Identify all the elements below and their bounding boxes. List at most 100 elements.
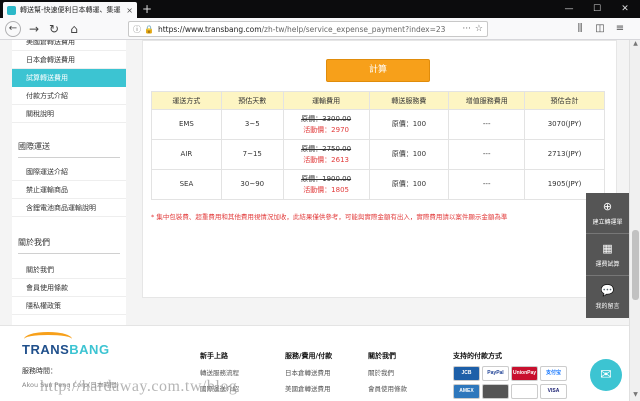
estimated-days: 7~15 xyxy=(220,139,284,170)
fee-disclaimer: * 集中包裝費、超重費用和其他費用視情況加收，此結果僅供參考，可能與實際金額有出… xyxy=(151,213,508,221)
fee-estimate-label: 運費試算 xyxy=(595,261,620,268)
window-minimize-button[interactable]: — xyxy=(555,0,583,18)
sidebar-item-us-warehouse-fee[interactable]: 美國倉轉送費用 xyxy=(12,40,126,51)
sidebar-item-tariff[interactable]: 關稅說明 xyxy=(12,105,126,123)
card-icon xyxy=(482,384,509,399)
original-price: 原價：3300.00 xyxy=(301,114,352,123)
browser-tab-bar: 轉送幫-快速便利日本轉運、集運 × + — ☐ ✕ xyxy=(0,0,640,18)
footer-link[interactable]: 日本倉轉送費用 xyxy=(285,367,332,377)
blog-watermark: http://hardaway.com.tw/blog xyxy=(40,378,238,395)
window-maximize-button[interactable]: ☐ xyxy=(583,0,611,18)
column-header: 運送方式 xyxy=(151,91,222,110)
library-icon[interactable]: ⫼ xyxy=(572,21,588,37)
visa-card-icon: VISA xyxy=(540,384,567,399)
url-text: https://www.transbang.com/zh-tw/help/ser… xyxy=(158,25,458,34)
shipping-cost-cell: 原價：2750.00 活動價：2613 xyxy=(282,139,370,170)
floating-toolbar: ⊕ 建立轉運單 ▦ 運費試算 💬 我的留言 xyxy=(586,193,629,318)
original-price: 原價：1900.00 xyxy=(301,174,352,183)
column-header: 預估天數 xyxy=(220,91,284,110)
browser-tab[interactable]: 轉送幫-快速便利日本轉運、集運 × xyxy=(3,2,137,18)
fee-estimate-button[interactable]: ▦ 運費試算 xyxy=(586,235,629,276)
footer-link[interactable]: 關於我們 xyxy=(368,367,407,377)
sidebar-item-fee-estimate[interactable]: 試算轉送費用 xyxy=(12,69,126,87)
footer-link[interactable]: 轉送服務流程 xyxy=(200,367,239,377)
sidebar-section-shipping: 國際運送 xyxy=(18,142,50,151)
paypal-icon: PayPal xyxy=(482,366,509,381)
sidebar-item-about-us[interactable]: 關於我們 xyxy=(12,261,126,279)
footer-link[interactable]: 美國倉轉送費用 xyxy=(285,383,332,393)
browser-nav-bar: ← → ↻ ⌂ ⓘ 🔒 https://www.transbang.com/zh… xyxy=(0,18,640,40)
column-header: 轉送服務費 xyxy=(368,91,450,110)
sidebar-item-jp-warehouse-fee[interactable]: 日本倉轉送費用 xyxy=(12,51,126,69)
amex-card-icon: AMEX xyxy=(453,384,480,399)
column-header: 運輸費用 xyxy=(282,91,370,110)
sidebar-item-intl-shipping[interactable]: 國際運送介紹 xyxy=(12,163,126,181)
scroll-down-arrow-icon[interactable]: ▼ xyxy=(630,391,640,401)
info-icon[interactable]: ⓘ xyxy=(133,24,141,35)
payment-methods-title: 支持的付款方式 xyxy=(453,352,502,360)
logo-trans: TRANS xyxy=(22,342,70,357)
my-messages-button[interactable]: 💬 我的留言 xyxy=(586,277,629,318)
fee-calculator-panel: 計算 運送方式 預估天數 運輸費用 轉送服務費 增值服務費用 預估合計 EMS … xyxy=(142,40,617,298)
sidebar-item-privacy[interactable]: 隱私權政策 xyxy=(12,297,126,315)
sidebar-toggle-icon[interactable]: ◫ xyxy=(592,21,608,37)
home-icon[interactable]: ⌂ xyxy=(66,21,82,37)
tab-close-icon[interactable]: × xyxy=(126,6,133,15)
plus-circle-icon: ⊕ xyxy=(602,200,613,213)
table-row: SEA 30~90 原價：1900.00 活動價：1805 原價：100 ---… xyxy=(151,169,605,200)
promo-price: 活動價：1805 xyxy=(303,185,350,194)
fee-result-table: 運送方式 預估天數 運輸費用 轉送服務費 增值服務費用 預估合計 EMS 3~5… xyxy=(151,91,605,200)
estimated-days: 3~5 xyxy=(220,109,284,140)
new-tab-button[interactable]: + xyxy=(142,1,152,17)
page-actions-icon[interactable]: ··· xyxy=(462,24,471,34)
sidebar-item-terms[interactable]: 會員使用條款 xyxy=(12,279,126,297)
mastercard-icon xyxy=(511,384,538,399)
original-price: 原價：2750.00 xyxy=(301,144,352,153)
create-order-label: 建立轉運單 xyxy=(592,219,623,226)
hamburger-menu-icon[interactable]: ≡ xyxy=(612,21,628,37)
unionpay-icon: UnionPay xyxy=(511,366,538,381)
footer-column-services: 服務/費用/付款 日本倉轉送費用 美國倉轉送費用 xyxy=(285,351,332,399)
shipping-cost-cell: 原價：3300.00 活動價：2970 xyxy=(282,109,370,140)
shipping-method: EMS xyxy=(151,109,222,140)
window-close-button[interactable]: ✕ xyxy=(611,0,639,18)
site-favicon-icon xyxy=(7,5,16,15)
create-order-button[interactable]: ⊕ 建立轉運單 xyxy=(586,193,629,234)
scrollbar-thumb[interactable] xyxy=(632,230,639,300)
extra-service-fee: --- xyxy=(448,139,526,170)
service-fee: 原價：100 xyxy=(368,139,450,170)
sidebar-item-prohibited[interactable]: 禁止運輸商品 xyxy=(12,181,126,199)
forward-arrow-icon[interactable]: → xyxy=(26,21,42,37)
promo-price: 活動價：2970 xyxy=(303,125,350,134)
service-hours-label: 服務時間： xyxy=(22,367,57,375)
page-scrollbar[interactable]: ▲ ▼ xyxy=(629,40,640,401)
column-header: 預估合計 xyxy=(524,91,605,110)
scroll-up-arrow-icon[interactable]: ▲ xyxy=(630,40,640,50)
transbang-logo[interactable]: TRANSBANG xyxy=(22,342,110,357)
address-bar[interactable]: ⓘ 🔒 https://www.transbang.com/zh-tw/help… xyxy=(128,21,488,37)
back-arrow-icon[interactable]: ← xyxy=(5,21,21,37)
lock-icon: 🔒 xyxy=(144,24,154,34)
my-messages-label: 我的留言 xyxy=(595,303,620,310)
table-header-row: 運送方式 預估天數 運輸費用 轉送服務費 增值服務費用 預估合計 xyxy=(151,91,605,110)
estimated-total: 3070(JPY) xyxy=(524,109,605,140)
chat-envelope-button[interactable]: ✉ xyxy=(590,359,622,391)
page-viewport: 美國倉轉送費用 日本倉轉送費用 試算轉送費用 付款方式介紹 關稅說明 國際運送 … xyxy=(0,40,629,401)
table-row: AIR 7~15 原價：2750.00 活動價：2613 原價：100 --- … xyxy=(151,139,605,170)
calculate-button[interactable]: 計算 xyxy=(326,59,430,82)
sidebar-item-payment-methods[interactable]: 付款方式介紹 xyxy=(12,87,126,105)
sidebar-item-lithium[interactable]: 含鋰電池商品運輸說明 xyxy=(12,199,126,217)
divider xyxy=(18,157,120,158)
service-fee: 原價：100 xyxy=(368,169,450,200)
logo-bang: BANG xyxy=(69,342,110,357)
message-bubble-icon: 💬 xyxy=(600,284,615,297)
promo-price: 活動價：2613 xyxy=(303,155,350,164)
tab-title: 轉送幫-快速便利日本轉運、集運 xyxy=(20,6,121,14)
shipping-cost-cell: 原價：1900.00 活動價：1805 xyxy=(282,169,370,200)
divider xyxy=(18,253,120,254)
bookmark-star-icon[interactable]: ☆ xyxy=(475,24,483,34)
footer-link[interactable]: 會員使用條款 xyxy=(368,383,407,393)
help-sidebar: 美國倉轉送費用 日本倉轉送費用 試算轉送費用 付款方式介紹 關稅說明 國際運送 … xyxy=(12,40,126,336)
column-header: 增值服務費用 xyxy=(448,91,526,110)
reload-icon[interactable]: ↻ xyxy=(46,21,62,37)
